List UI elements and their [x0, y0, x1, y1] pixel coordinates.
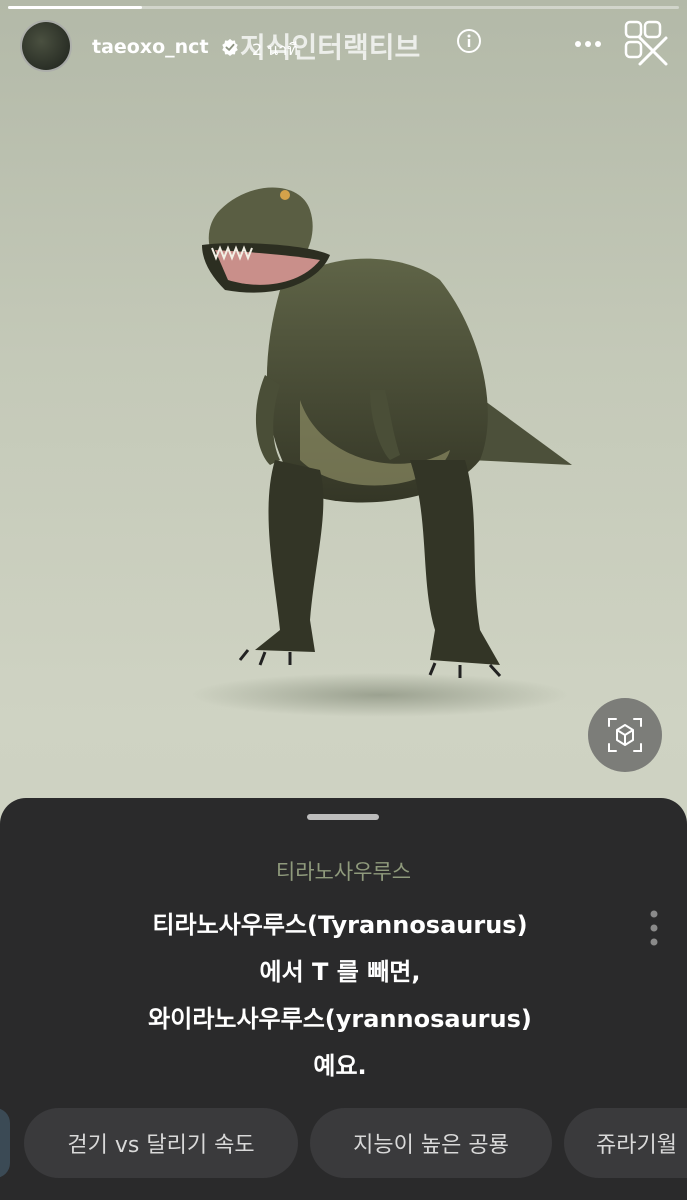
- story-progress-fill: [8, 6, 143, 9]
- ar-effect-title[interactable]: 지식인터랙티브: [240, 26, 420, 66]
- verified-badge-icon: [222, 38, 238, 56]
- 3d-view-icon: [608, 718, 642, 752]
- sheet-subtitle: 티라노사우루스: [275, 860, 412, 884]
- username[interactable]: taeoxo_nct: [92, 36, 209, 58]
- info-icon[interactable]: [456, 28, 482, 54]
- sheet-drag-handle[interactable]: [307, 814, 379, 820]
- close-icon[interactable]: [636, 34, 670, 68]
- more-horizontal-icon[interactable]: [574, 34, 602, 54]
- sheet-line: 와이라노사우루스(yrannosaurus): [148, 1005, 532, 1033]
- kebab-menu-icon[interactable]: [648, 908, 660, 948]
- view-toggle-button[interactable]: [588, 698, 662, 772]
- avatar[interactable]: [20, 20, 72, 72]
- sheet-line: 에서 T 를 빼면,: [259, 958, 421, 986]
- chip-smart-dinosaur[interactable]: 지능이 높은 공룡: [310, 1108, 552, 1178]
- dinosaur-model[interactable]: [180, 160, 590, 720]
- sheet-line: 티라노사우루스(Tyrannosaurus): [152, 911, 528, 939]
- chip-jurassic[interactable]: 쥬라기월: [564, 1108, 687, 1178]
- chip-walking-vs-running[interactable]: 걷기 vs 달리기 속도: [24, 1108, 298, 1178]
- chip-partial-left[interactable]: [0, 1108, 10, 1178]
- sheet-body-text: 티라노사우루스(Tyrannosaurus) 에서 T 를 빼면, 와이라노사우…: [60, 902, 620, 1090]
- sheet-line: 예요.: [313, 1052, 367, 1080]
- story-progress-bar: [8, 6, 679, 9]
